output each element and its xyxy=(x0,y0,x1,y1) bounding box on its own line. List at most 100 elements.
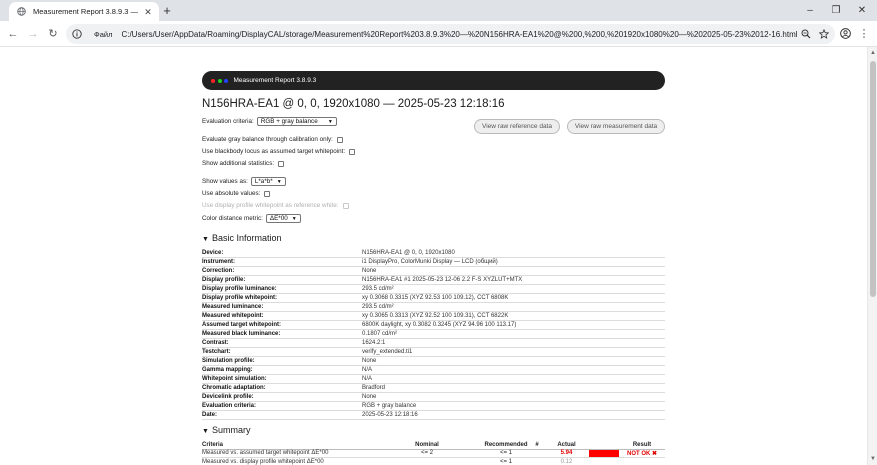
minimize-icon[interactable]: – xyxy=(803,4,817,17)
display-profile-white-control: Use display profile whitepoint as refere… xyxy=(202,202,349,209)
page-viewport: Measurement Report 3.8.9.3 N156HRA-EA1 @… xyxy=(0,47,867,465)
display-profile-white-checkbox[interactable] xyxy=(342,202,349,209)
summary-criteria: Measured vs. display profile whitepoint … xyxy=(202,457,372,465)
table-row: Whitepoint simulation: N/A xyxy=(202,374,665,385)
table-row: Contrast: 1624.2:1 xyxy=(202,338,665,349)
url-text[interactable]: C:/Users/User/AppData/Roaming/DisplayCAL… xyxy=(121,30,799,39)
info-key: Device: xyxy=(202,249,362,259)
info-key: Measured whitepoint: xyxy=(202,311,362,322)
blackbody-checkbox[interactable] xyxy=(349,148,356,155)
color-distance-value: ΔE*00 xyxy=(269,215,288,222)
info-value: xy 0.3065 0.3313 (XYZ 92.52 100 109.31),… xyxy=(362,311,665,322)
view-raw-reference-button[interactable]: View raw reference data xyxy=(474,119,560,134)
absolute-values-label: Use absolute values: xyxy=(202,190,261,197)
table-row: Testchart: verify_extended.ti1 xyxy=(202,347,665,358)
blackbody-control: Use blackbody locus as assumed target wh… xyxy=(202,148,356,155)
summary-number xyxy=(530,457,544,465)
summary-actual: 0.12 xyxy=(544,457,589,465)
browser-toolbar: ← → ↻ Файл C:/Users/User/AppData/Roaming… xyxy=(0,21,877,47)
profile-icon[interactable] xyxy=(838,27,852,41)
info-value: 1624.2:1 xyxy=(362,338,665,349)
info-key: Correction: xyxy=(202,266,362,277)
show-values-select[interactable]: L*a*b* ▼ xyxy=(250,177,286,186)
table-row: Correction: None xyxy=(202,266,665,277)
scroll-down-icon[interactable]: ▼ xyxy=(869,455,877,463)
color-distance-select[interactable]: ΔE*00 ▼ xyxy=(265,214,301,223)
info-value: RGB + gray balance xyxy=(362,401,665,412)
close-window-icon[interactable]: ✕ xyxy=(855,4,869,17)
summary-criteria: Measured vs. assumed target whitepoint Δ… xyxy=(202,449,372,458)
col-criteria: Criteria xyxy=(202,441,372,450)
bookmark-star-icon[interactable] xyxy=(817,27,831,41)
summary-result: NOT OK ✖ xyxy=(619,449,665,458)
table-row: Chromatic adaptation: Bradford xyxy=(202,383,665,394)
tab-measurement-report[interactable]: Measurement Report 3.8.9.3 — ✕ xyxy=(9,2,159,21)
evaluation-criteria-control: Evaluation criteria: RGB + gray balance ▼ xyxy=(202,117,337,126)
info-key: Display profile luminance: xyxy=(202,284,362,295)
info-icon[interactable] xyxy=(72,29,94,39)
summary-actual: 5.94 xyxy=(544,449,589,458)
back-icon[interactable]: ← xyxy=(6,27,20,41)
new-tab-button[interactable]: + xyxy=(160,4,174,18)
table-row: Assumed target whitepoint: 6800K daylight… xyxy=(202,320,665,331)
summary-result xyxy=(619,457,665,465)
table-row: Measured vs. display profile whitepoint … xyxy=(202,457,665,465)
info-value: None xyxy=(362,266,665,277)
info-key: Contrast: xyxy=(202,338,362,349)
summary-heading[interactable]: ▼ Summary xyxy=(202,425,250,435)
close-tab-icon[interactable]: ✕ xyxy=(143,7,153,17)
vertical-scrollbar[interactable]: ▲ ▼ xyxy=(867,47,877,465)
report-version: Measurement Report 3.8.9.3 xyxy=(233,77,317,84)
display-profile-white-label: Use display profile whitepoint as refere… xyxy=(202,202,339,209)
info-key: Display profile: xyxy=(202,275,362,286)
page-title: N156HRA-EA1 @ 0, 0, 1920x1080 — 2025-05-… xyxy=(202,98,505,110)
summary-header-row: Criteria Nominal Recommended # Actual Re… xyxy=(202,441,665,450)
info-value: 2025-05-23 12:18:16 xyxy=(362,410,665,421)
reload-icon[interactable]: ↻ xyxy=(46,27,60,41)
zoom-icon[interactable] xyxy=(799,27,813,41)
basic-info-heading[interactable]: ▼ Basic Information xyxy=(202,233,281,243)
view-raw-measurement-button[interactable]: View raw measurement data xyxy=(567,119,665,134)
col-actual: Actual xyxy=(544,441,589,450)
info-value: N156HRA-EA1 #1 2025-05-23 12-06 2.2 F-S … xyxy=(362,275,665,286)
table-row: Devicelink profile: None xyxy=(202,392,665,403)
chevron-down-icon: ▼ xyxy=(327,118,333,125)
forward-icon[interactable]: → xyxy=(26,27,40,41)
col-result: Result xyxy=(619,441,665,450)
info-key: Devicelink profile: xyxy=(202,392,362,403)
chevron-down-icon: ▼ xyxy=(276,178,282,185)
maximize-icon[interactable]: ❐ xyxy=(829,4,843,17)
show-values-label: Show values as: xyxy=(202,178,248,185)
address-bar[interactable]: Файл C:/Users/User/AppData/Roaming/Displ… xyxy=(66,24,835,44)
col-recommended: Recommended xyxy=(482,441,530,450)
info-key: Chromatic adaptation: xyxy=(202,383,362,394)
gray-balance-checkbox[interactable] xyxy=(336,136,343,143)
show-values-control: Show values as: L*a*b* ▼ xyxy=(202,177,286,186)
info-key: Instrument: xyxy=(202,257,362,268)
col-bar xyxy=(589,441,619,450)
summary-heading-text: Summary xyxy=(211,425,251,435)
blackbody-label: Use blackbody locus as assumed target wh… xyxy=(202,148,346,155)
table-row: Display profile: N156HRA-EA1 #1 2025-05-2… xyxy=(202,275,665,286)
gray-balance-label: Evaluate gray balance through calibratio… xyxy=(202,136,333,143)
info-value: 293.5 cd/m² xyxy=(362,284,665,295)
info-value: 6800K daylight, xy 0.3082 0.3245 (XYZ 94… xyxy=(362,320,665,331)
info-value: None xyxy=(362,392,665,403)
additional-stats-checkbox[interactable] xyxy=(278,160,285,167)
menu-kebab-icon[interactable]: ⋮ xyxy=(857,27,871,41)
scroll-up-icon[interactable]: ▲ xyxy=(869,49,877,57)
absolute-values-checkbox[interactable] xyxy=(264,190,271,197)
evaluation-criteria-select[interactable]: RGB + gray balance ▼ xyxy=(256,117,337,126)
report-header-bar: Measurement Report 3.8.9.3 xyxy=(202,71,665,90)
info-key: Simulation profile: xyxy=(202,356,362,367)
summary-bar-cell xyxy=(589,449,619,458)
summary-recommended: <= 1 xyxy=(482,457,530,465)
table-row: Date: 2025-05-23 12:18:16 xyxy=(202,410,665,421)
info-value: i1 DisplayPro, ColorMunki Display — LCD … xyxy=(362,257,665,268)
table-row: Measured luminance: 293.5 cd/m² xyxy=(202,302,665,313)
table-row: Measured whitepoint: xy 0.3065 0.3313 (XY… xyxy=(202,311,665,322)
table-row: Evaluation criteria: RGB + gray balance xyxy=(202,401,665,412)
col-nominal: Nominal xyxy=(372,441,482,450)
scroll-thumb[interactable] xyxy=(870,61,876,297)
basic-info-table: Device: N156HRA-EA1 @ 0, 0, 1920x1080 Inst… xyxy=(202,249,665,421)
